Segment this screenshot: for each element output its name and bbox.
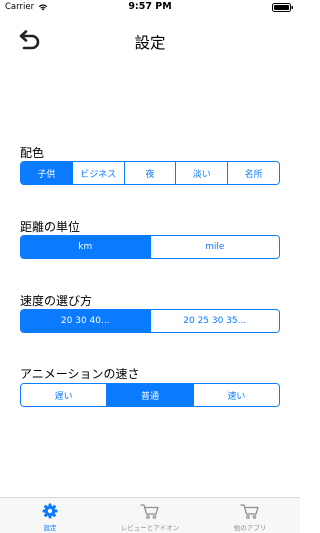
cart-icon: [240, 504, 259, 519]
distance-unit-option-km[interactable]: km: [21, 236, 150, 258]
status-time: 9:57 PM: [128, 1, 172, 12]
speed-selection-option-5-step[interactable]: 20 25 30 35...: [149, 310, 279, 332]
tab-settings-label: 設定: [43, 524, 57, 532]
animation-speed-option-fast[interactable]: 速い: [192, 384, 279, 406]
status-bar: Carrier 9:57 PM: [0, 0, 300, 14]
color-scheme-label: 配色: [20, 146, 45, 160]
tab-reviews-addons-label: レビューとアドオン: [120, 524, 180, 532]
battery-icon: [272, 3, 293, 12]
color-scheme-option-landmark[interactable]: 名所: [227, 162, 279, 184]
distance-unit-option-mile[interactable]: mile: [149, 236, 279, 258]
color-scheme-option-pale[interactable]: 淡い: [175, 162, 228, 184]
navigation-bar: 設定: [0, 22, 300, 62]
cart-icon: [140, 504, 159, 519]
tab-other-apps[interactable]: 他のアプリ: [200, 498, 300, 533]
distance-unit-control: km mile: [20, 235, 280, 259]
speed-selection-label: 速度の選び方: [20, 294, 93, 308]
animation-speed-option-slow[interactable]: 遅い: [21, 384, 107, 406]
animation-speed-option-normal[interactable]: 普通: [106, 384, 193, 406]
color-scheme-option-night[interactable]: 夜: [123, 162, 176, 184]
distance-unit-label: 距離の単位: [20, 220, 81, 234]
tab-reviews-addons[interactable]: レビューとアドオン: [100, 498, 200, 533]
color-scheme-option-child[interactable]: 子供: [21, 162, 72, 184]
gear-icon: [42, 503, 58, 519]
speed-selection-option-10-step[interactable]: 20 30 40...: [21, 310, 150, 332]
tab-settings[interactable]: 設定: [0, 498, 100, 533]
tab-other-apps-label: 他のアプリ: [233, 524, 267, 532]
tab-bar: 設定 レビューとアドオン 他のアプリ: [0, 497, 300, 533]
animation-speed-control: 遅い 普通 速い: [20, 383, 280, 407]
speed-selection-control: 20 30 40... 20 25 30 35...: [20, 309, 280, 333]
color-scheme-control: 子供 ビジネス 夜 淡い 名所: [20, 161, 280, 185]
page-title: 設定: [134, 34, 166, 52]
color-scheme-option-business[interactable]: ビジネス: [71, 162, 124, 184]
animation-speed-label: アニメーションの速さ: [20, 367, 140, 381]
